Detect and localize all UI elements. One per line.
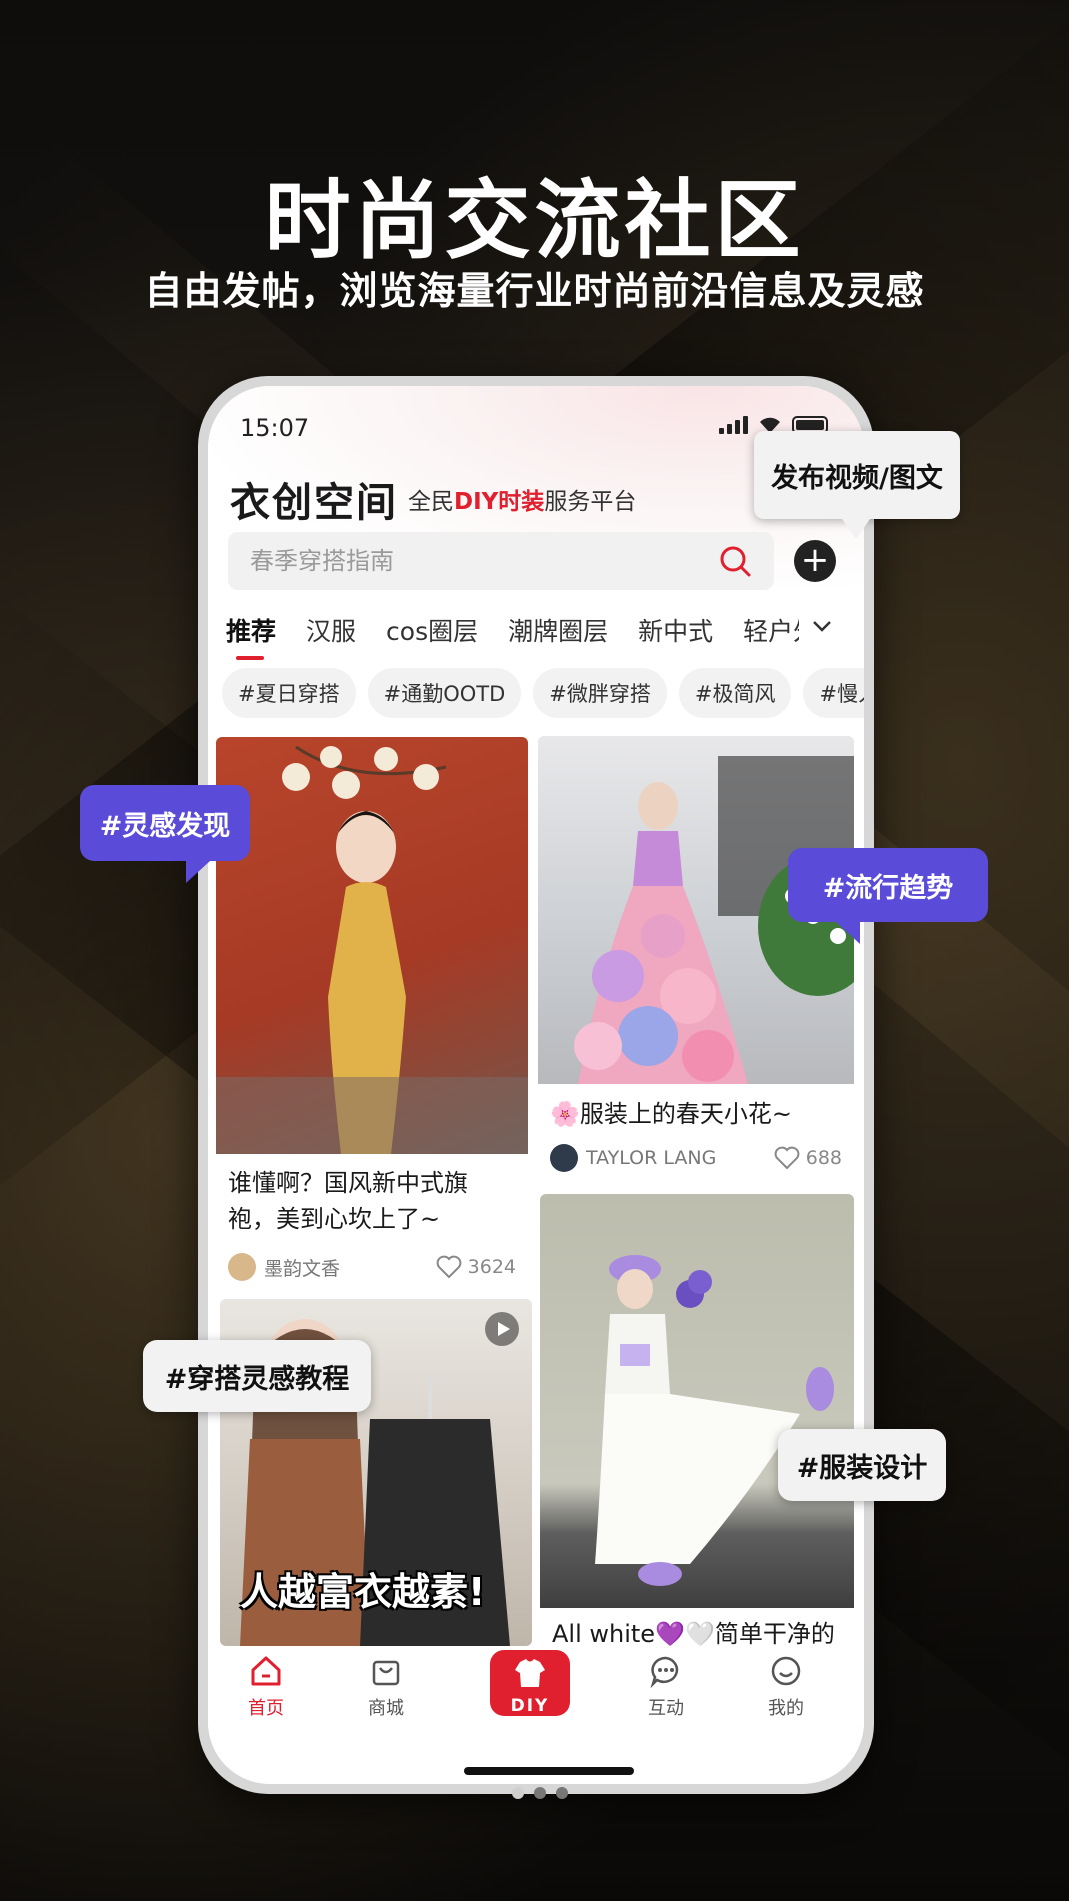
like-button[interactable]: 3624 xyxy=(436,1255,516,1279)
chip-summer[interactable]: #夏日穿搭 xyxy=(222,668,356,718)
post-title[interactable]: All white💜🤍简单干净的 xyxy=(552,1616,852,1646)
app-brand: 衣创空间 全民DIY时装服务平台 xyxy=(230,470,636,528)
chip-commute[interactable]: #通勤OOTD xyxy=(367,668,522,718)
callout-trend: #流行趋势 xyxy=(788,848,988,944)
feed-card[interactable]: All white💜🤍简单干净的 xyxy=(540,1194,854,1646)
post-author[interactable]: TAYLOR LANG xyxy=(550,1144,716,1172)
video-overlay-text: 人越富衣越素! xyxy=(240,1570,486,1614)
signal-icon xyxy=(719,416,748,434)
home-icon xyxy=(251,1656,281,1686)
callout-design: #服装设计 xyxy=(778,1429,946,1501)
feed-card[interactable]: 🌸服装上的春天小花~ TAYLOR LANG 688 xyxy=(538,736,854,1188)
tshirt-icon xyxy=(515,1659,545,1687)
nav-profile[interactable]: 我的 xyxy=(746,1654,826,1720)
nav-home[interactable]: 首页 xyxy=(226,1654,306,1720)
chip-slow[interactable]: #慢人 xyxy=(803,668,864,718)
heart-icon xyxy=(774,1146,800,1170)
chip-minimal[interactable]: #极简风 xyxy=(678,668,792,718)
post-photo-white-outfit[interactable] xyxy=(540,1194,854,1608)
chevron-down-icon[interactable] xyxy=(810,614,834,638)
avatar xyxy=(228,1253,256,1281)
add-post-button[interactable]: + xyxy=(794,540,836,582)
home-indicator[interactable] xyxy=(464,1767,634,1775)
like-count: 688 xyxy=(805,1147,842,1169)
post-title[interactable]: 🌸服装上的春天小花~ xyxy=(550,1096,840,1132)
avatar xyxy=(550,1144,578,1172)
tab-recommend[interactable]: 推荐 xyxy=(226,612,276,660)
shopping-bag-icon xyxy=(372,1660,400,1686)
topic-chips: #夏日穿搭 #通勤OOTD #微胖穿搭 #极简风 #慢人 xyxy=(222,668,864,718)
search-icon[interactable] xyxy=(718,544,752,578)
chat-icon xyxy=(650,1656,679,1688)
search-bar[interactable] xyxy=(228,532,774,590)
phone-frame: 15:07 衣创空间 全民DIY时装服务平台 + 推荐 汉服 cos圈层 xyxy=(198,376,874,1794)
post-author[interactable]: 墨韵文香 xyxy=(228,1253,340,1281)
promo-subline: 自由发帖，浏览海量行业时尚前沿信息及灵感 xyxy=(144,269,925,313)
app-logo: 衣创空间 xyxy=(230,479,398,526)
post-photo-qipao[interactable] xyxy=(216,737,528,1154)
search-input[interactable] xyxy=(250,547,718,575)
status-time: 15:07 xyxy=(240,414,310,442)
smile-icon xyxy=(771,1656,801,1686)
author-name: TAYLOR LANG xyxy=(586,1147,717,1169)
play-icon[interactable] xyxy=(484,1311,520,1347)
bottom-nav: 首页 商城 DIY 互动 我的 xyxy=(208,1646,864,1784)
feed-card[interactable]: 谁懂啊？国风新中式旗袍，美到心坎上了~ 墨韵文香 3624 xyxy=(216,737,528,1303)
like-count: 3624 xyxy=(467,1256,516,1278)
tab-hanfu[interactable]: 汉服 xyxy=(306,612,356,648)
author-name: 墨韵文香 xyxy=(264,1257,341,1280)
post-meta: 墨韵文香 3624 xyxy=(228,1253,516,1281)
promo-headline: 时尚交流社区 xyxy=(264,171,805,271)
callout-publish: 发布视频/图文 xyxy=(754,431,960,539)
app-screen: 15:07 衣创空间 全民DIY时装服务平台 + 推荐 汉服 cos圈层 xyxy=(208,386,864,1784)
heart-icon xyxy=(436,1255,462,1279)
tab-streetwear[interactable]: 潮牌圈层 xyxy=(508,612,608,648)
nav-interact[interactable]: 互动 xyxy=(626,1654,706,1720)
callout-inspiration: #灵感发现 xyxy=(80,785,250,883)
like-button[interactable]: 688 xyxy=(774,1146,842,1170)
page-dots xyxy=(512,1787,568,1799)
nav-diy-button[interactable]: DIY xyxy=(490,1650,570,1716)
tab-new-chinese[interactable]: 新中式 xyxy=(638,612,713,648)
chip-plus-size[interactable]: #微胖穿搭 xyxy=(533,668,667,718)
nav-mall[interactable]: 商城 xyxy=(346,1654,426,1720)
app-slogan: 全民DIY时装服务平台 xyxy=(408,489,637,515)
category-tabs: 推荐 汉服 cos圈层 潮牌圈层 新中式 轻户外 xyxy=(226,612,799,660)
callout-tutorial: #穿搭灵感教程 xyxy=(143,1340,371,1412)
post-meta: TAYLOR LANG 688 xyxy=(550,1144,842,1172)
tab-cos[interactable]: cos圈层 xyxy=(386,612,478,648)
post-title[interactable]: 谁懂啊？国风新中式旗袍，美到心坎上了~ xyxy=(228,1165,498,1237)
tab-outdoor[interactable]: 轻户外 xyxy=(743,612,799,648)
